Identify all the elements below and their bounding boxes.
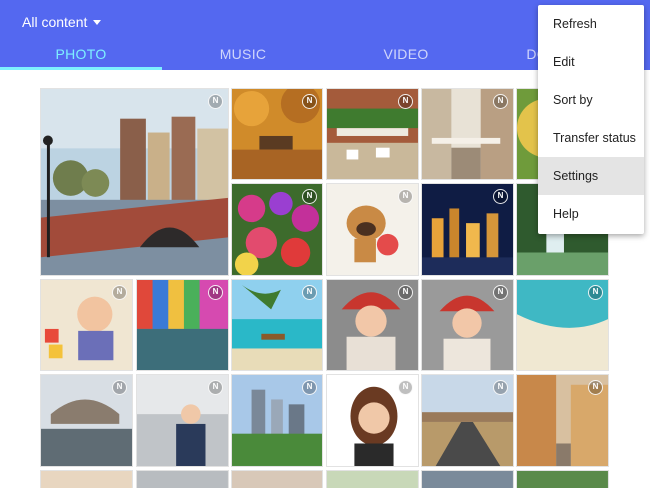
n-badge-icon: N <box>398 189 413 204</box>
content-filter-label: All content <box>22 14 88 30</box>
menu-item-sort-by[interactable]: Sort by <box>538 81 644 119</box>
photo-tile[interactable]: N <box>421 374 514 467</box>
n-badge-icon: N <box>112 380 127 395</box>
photo-tile[interactable]: N <box>516 279 609 371</box>
photo-tile[interactable] <box>40 470 133 488</box>
photo-partial <box>137 471 228 488</box>
photo-tile[interactable]: N <box>231 88 323 180</box>
n-badge-icon: N <box>493 380 508 395</box>
photo-partial <box>41 471 132 488</box>
content-filter-dropdown[interactable]: All content <box>22 12 102 32</box>
photo-tile[interactable] <box>231 470 323 488</box>
n-badge-icon: N <box>208 285 223 300</box>
tab-photo[interactable]: PHOTO <box>0 40 162 70</box>
menu-item-refresh[interactable]: Refresh <box>538 5 644 43</box>
n-badge-icon: N <box>588 285 603 300</box>
menu-item-transfer-status[interactable]: Transfer status <box>538 119 644 157</box>
photo-partial <box>327 471 418 488</box>
n-badge-icon: N <box>493 94 508 109</box>
menu-item-edit[interactable]: Edit <box>538 43 644 81</box>
overflow-menu: Refresh Edit Sort by Transfer status Set… <box>538 5 644 234</box>
n-badge-icon: N <box>493 189 508 204</box>
tab-video[interactable]: VIDEO <box>325 40 487 70</box>
n-badge-icon: N <box>398 380 413 395</box>
n-badge-icon: N <box>302 94 317 109</box>
photo-tile[interactable]: N <box>421 279 514 371</box>
photo-tile[interactable]: N <box>326 279 419 371</box>
photo-tile[interactable]: N <box>40 279 133 371</box>
photo-tile[interactable]: N <box>231 374 323 467</box>
photo-canal-bridge <box>41 89 228 275</box>
photo-tile[interactable]: N <box>136 374 229 467</box>
n-badge-icon: N <box>302 285 317 300</box>
caret-down-icon <box>93 19 102 25</box>
photo-partial <box>422 471 513 488</box>
photo-tile[interactable] <box>136 470 229 488</box>
photo-tile[interactable]: N <box>421 183 514 276</box>
photo-tile[interactable]: N <box>40 374 133 467</box>
n-badge-icon: N <box>208 380 223 395</box>
n-badge-icon: N <box>588 380 603 395</box>
n-badge-icon: N <box>302 189 317 204</box>
n-badge-icon: N <box>493 285 508 300</box>
photo-tile[interactable]: N <box>231 183 323 276</box>
photo-tile[interactable]: N <box>421 88 514 180</box>
menu-item-help[interactable]: Help <box>538 195 644 233</box>
photo-tile[interactable]: N <box>136 279 229 371</box>
photo-tile[interactable]: N <box>231 279 323 371</box>
menu-item-settings[interactable]: Settings <box>538 157 644 195</box>
photo-partial <box>232 471 322 488</box>
n-badge-icon: N <box>208 94 223 109</box>
photo-tile[interactable]: N <box>40 88 229 276</box>
photo-partial <box>517 471 608 488</box>
n-badge-icon: N <box>302 380 317 395</box>
photo-tile[interactable] <box>516 470 609 488</box>
photo-tile[interactable]: N <box>326 183 419 276</box>
tab-music[interactable]: MUSIC <box>162 40 324 70</box>
n-badge-icon: N <box>112 285 127 300</box>
photo-tile[interactable]: N <box>326 374 419 467</box>
photo-tile[interactable] <box>421 470 514 488</box>
n-badge-icon: N <box>398 94 413 109</box>
photo-tile[interactable]: N <box>326 88 419 180</box>
photo-tile[interactable]: N <box>516 374 609 467</box>
photo-tile[interactable] <box>326 470 419 488</box>
n-badge-icon: N <box>398 285 413 300</box>
